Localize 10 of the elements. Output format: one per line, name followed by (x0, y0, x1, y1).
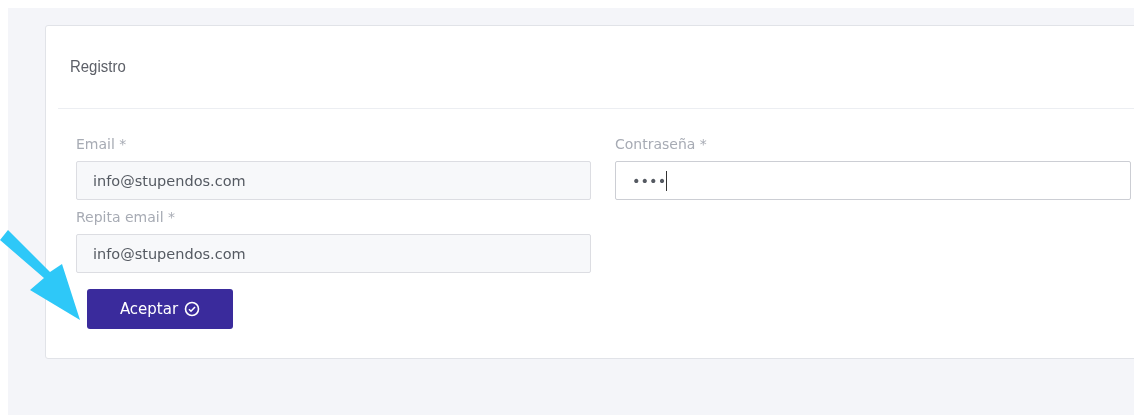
field-label: Email * (76, 135, 128, 154)
card-title: Registro (70, 57, 126, 77)
input-field[interactable]: info@stupendos.com (76, 234, 591, 273)
input-field[interactable]: info@stupendos.com (76, 161, 591, 200)
input-field[interactable]: •••• (615, 161, 1131, 200)
field-label: Repita email * (76, 208, 177, 227)
field-label: Contraseña * (615, 135, 708, 154)
text-cursor (666, 170, 668, 191)
accept-button[interactable]: Aceptar (87, 289, 233, 329)
check-circle-icon (184, 301, 201, 317)
